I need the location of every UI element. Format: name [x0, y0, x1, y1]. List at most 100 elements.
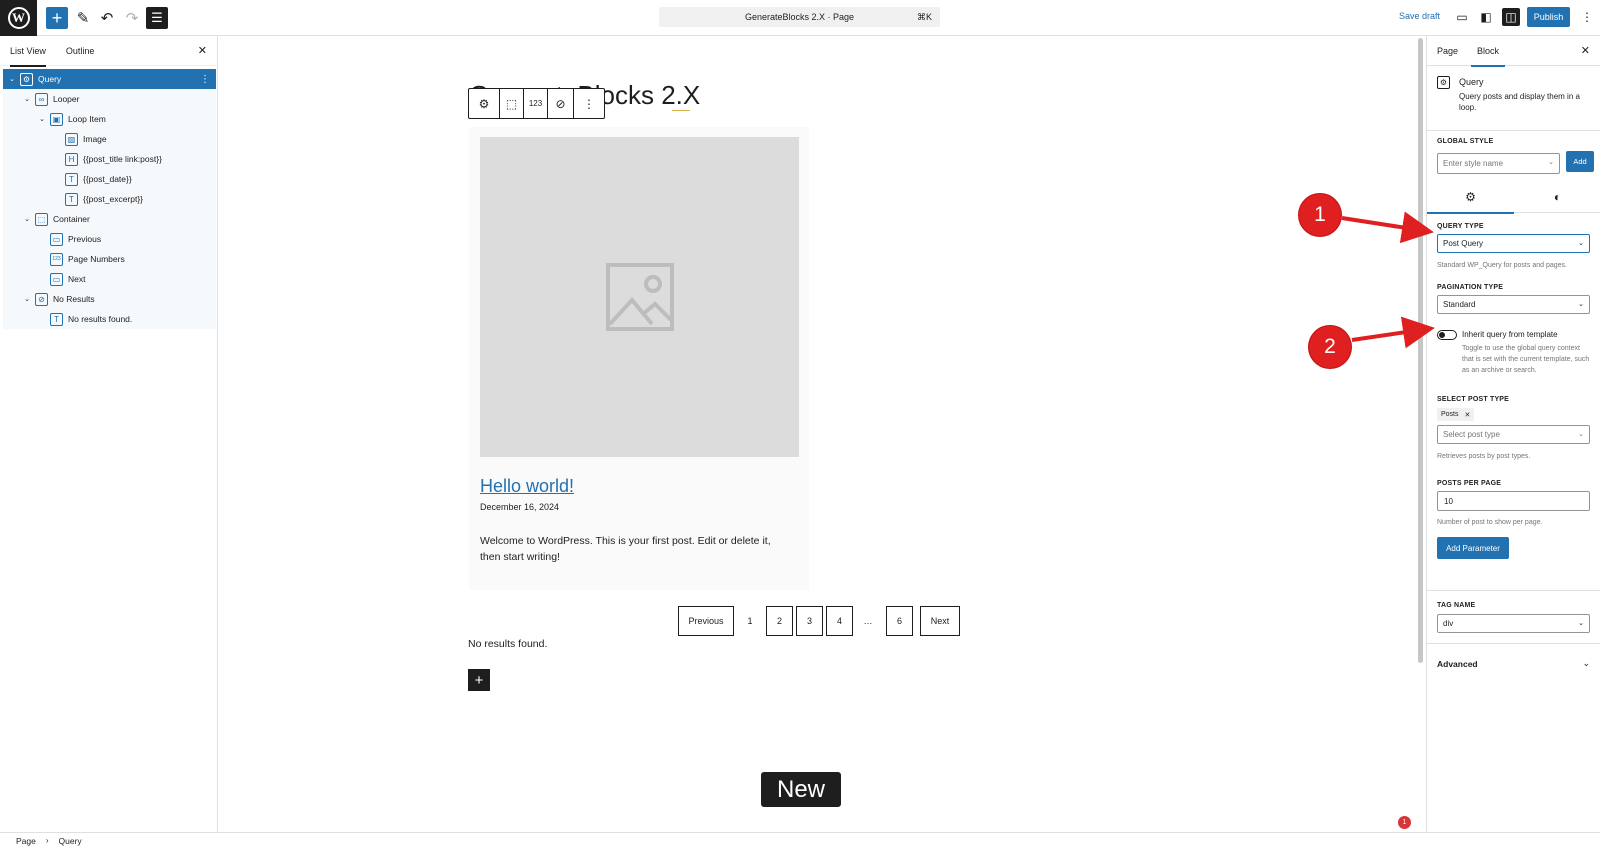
list-view-item[interactable]: ▨ Image: [3, 129, 216, 149]
list-view-item-label: {{post_excerpt}}: [83, 194, 144, 204]
document-overview-button[interactable]: ☰: [146, 7, 168, 29]
list-view-item[interactable]: ⌄ ∞ Looper: [3, 89, 216, 109]
undo-button[interactable]: ↶: [96, 7, 118, 29]
tab-block[interactable]: Block: [1470, 36, 1506, 67]
view-button[interactable]: ▭: [1453, 8, 1471, 26]
publish-button[interactable]: Publish: [1527, 7, 1570, 27]
notification-badge[interactable]: 1: [1398, 816, 1411, 829]
pagination-page-1[interactable]: 1: [742, 606, 758, 636]
container-icon: ⬚: [35, 212, 48, 226]
pagination-previous-button[interactable]: Previous: [678, 606, 734, 636]
list-view-item-label: Next: [68, 274, 86, 284]
canvas-scrollbar[interactable]: [1418, 38, 1423, 663]
command-center[interactable]: GenerateBlocks 2.X · Page ⌘K: [659, 7, 940, 27]
chevron-down-icon: ⌄: [1578, 240, 1584, 247]
tools-button[interactable]: ✎: [72, 7, 94, 29]
list-view-tree: ⌄ ⚙ Query ⋮ ⌄ ∞ Looper ⌄ ▣ Loop Item ▨ Image H {{post…: [3, 69, 216, 329]
list-view-item[interactable]: T {{post_excerpt}}: [3, 189, 216, 209]
more-vertical-icon: ⋮: [583, 96, 595, 111]
redo-button[interactable]: ↷: [121, 7, 143, 29]
list-view-item[interactable]: ▭ Previous: [3, 229, 216, 249]
no-results-text[interactable]: No results found.: [468, 638, 547, 650]
list-view-item[interactable]: ⌄ ▣ Loop Item: [3, 109, 216, 129]
pencil-icon: ✎: [76, 10, 90, 27]
query-icon: ⚙: [478, 96, 490, 111]
post-image-placeholder[interactable]: [480, 137, 799, 457]
tag-name-select[interactable]: div ⌄: [1437, 614, 1590, 633]
chevron-down-icon[interactable]: ⌄: [22, 95, 32, 103]
pagination-page-4[interactable]: 4: [826, 606, 853, 636]
close-sidebar-button[interactable]: ✕: [1581, 44, 1590, 57]
post-title-link[interactable]: Hello world!: [480, 476, 574, 497]
pagination-page-6[interactable]: 6: [886, 606, 913, 636]
list-view-item[interactable]: 123 Page Numbers: [3, 249, 216, 269]
inherit-query-toggle[interactable]: [1437, 330, 1457, 340]
tab-styles[interactable]: ◐: [1514, 180, 1600, 213]
list-view-item[interactable]: T {{post_date}}: [3, 169, 216, 189]
block-card-title: Query: [1459, 77, 1484, 87]
pagination-ellipsis: …: [863, 616, 873, 626]
list-view-item-label: Image: [83, 134, 107, 144]
breadcrumb-page[interactable]: Page: [16, 836, 36, 846]
no-results-icon: ⊘: [555, 96, 566, 111]
global-style-select[interactable]: Enter style name ⌄: [1437, 153, 1560, 174]
save-draft-button[interactable]: Save draft: [1399, 11, 1440, 21]
tab-list-view[interactable]: List View: [0, 36, 56, 67]
chevron-down-icon[interactable]: ⌄: [22, 295, 32, 303]
options-button[interactable]: ⋮: [1578, 8, 1596, 26]
advanced-panel-toggle[interactable]: Advanced: [1437, 659, 1478, 669]
block-inserter-button[interactable]: +: [468, 669, 490, 691]
tab-settings[interactable]: ⚙: [1427, 180, 1514, 214]
list-view-item-label: {{post_title link:post}}: [83, 154, 162, 164]
chevron-down-icon[interactable]: ⌄: [37, 115, 47, 123]
pagination-next-button[interactable]: Next: [920, 606, 960, 636]
list-view-item-label: Looper: [53, 94, 80, 104]
more-vertical-icon[interactable]: ⋮: [200, 74, 210, 85]
pagination-page-3[interactable]: 3: [796, 606, 823, 636]
chevron-down-icon[interactable]: ⌄: [7, 75, 17, 83]
pagination-type-select[interactable]: Standard ⌄: [1437, 295, 1590, 314]
settings-button[interactable]: ◫: [1502, 8, 1520, 26]
list-view-item[interactable]: ⌄ ⬚ Container: [3, 209, 216, 229]
close-overview-button[interactable]: ✕: [198, 44, 207, 57]
pagination-page-2[interactable]: 2: [766, 606, 793, 636]
block-type-button[interactable]: ⚙: [469, 89, 500, 118]
posts-per-page-input[interactable]: 10: [1437, 491, 1590, 511]
plus-icon: +: [51, 8, 63, 28]
post-type-token: Posts ✕: [1437, 408, 1475, 421]
query-type-select[interactable]: Post Query ⌄: [1437, 234, 1590, 253]
chevron-down-icon[interactable]: ⌄: [1582, 658, 1590, 669]
breadcrumb-query[interactable]: Query: [59, 836, 82, 846]
inherit-query-label: Inherit query from template: [1462, 330, 1558, 339]
list-view-icon: ☰: [151, 10, 163, 25]
list-view-item[interactable]: ⌄ ⊘ No Results: [3, 289, 216, 309]
remove-token-icon[interactable]: ✕: [1465, 411, 1471, 419]
block-inserter-toggle[interactable]: +: [46, 7, 68, 29]
styles-button[interactable]: ◧: [1477, 8, 1495, 26]
query-type-value: Post Query: [1443, 239, 1484, 248]
global-style-placeholder: Enter style name: [1443, 159, 1504, 168]
no-results-button[interactable]: ⊘: [548, 89, 574, 118]
select-container-button[interactable]: ⬚: [500, 89, 524, 118]
tab-outline[interactable]: Outline: [56, 36, 105, 66]
post-type-select[interactable]: Select post type ⌄: [1437, 425, 1590, 444]
gear-icon: ⚙: [1465, 189, 1476, 204]
page-numbers-button[interactable]: 123: [524, 89, 548, 118]
list-view-item[interactable]: T No results found.: [3, 309, 216, 329]
wordpress-logo-button[interactable]: W: [0, 0, 37, 36]
page-numbers-icon: 123: [50, 252, 63, 266]
list-view-item[interactable]: ▭ Next: [3, 269, 216, 289]
list-view-item-label: Loop Item: [68, 114, 106, 124]
list-view-item[interactable]: H {{post_title link:post}}: [3, 149, 216, 169]
block-options-button[interactable]: ⋮: [574, 89, 604, 118]
desktop-icon: ▭: [1456, 10, 1468, 24]
list-view-item[interactable]: ⌄ ⚙ Query ⋮: [3, 69, 216, 89]
divider: [1427, 130, 1600, 131]
post-type-help: Retrieves posts by post types.: [1437, 453, 1531, 460]
loop-item-icon: ▣: [50, 112, 63, 126]
add-parameter-button[interactable]: Add Parameter: [1437, 537, 1509, 559]
posts-per-page-value: 10: [1444, 496, 1453, 506]
global-style-add-button[interactable]: Add: [1566, 151, 1594, 172]
chevron-down-icon[interactable]: ⌄: [22, 215, 32, 223]
tab-page[interactable]: Page: [1437, 36, 1458, 66]
